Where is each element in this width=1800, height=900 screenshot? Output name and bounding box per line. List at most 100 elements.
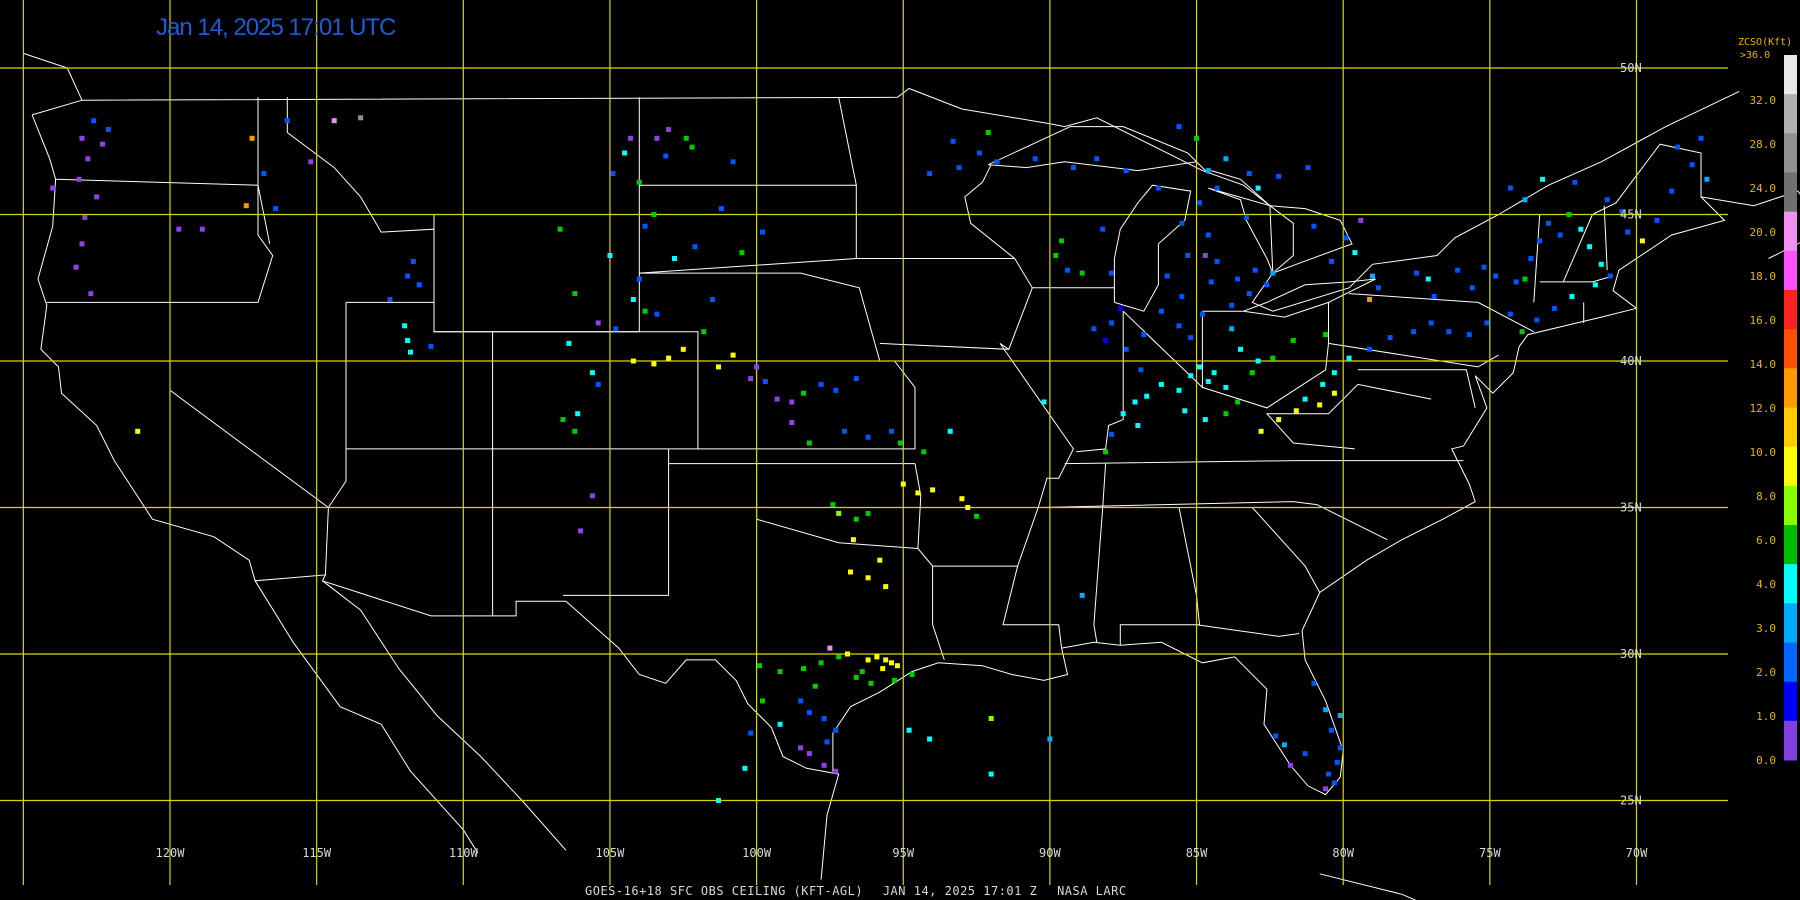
obs-marker	[1117, 305, 1123, 311]
obs-marker	[1367, 346, 1373, 352]
legend-swatch	[1784, 564, 1797, 604]
obs-marker	[1164, 273, 1170, 279]
obs-marker	[654, 135, 660, 141]
obs-marker	[1546, 220, 1551, 226]
legend-swatch	[1784, 485, 1797, 526]
lon-label: 70W	[1626, 846, 1648, 860]
obs-marker	[830, 502, 836, 508]
obs-marker	[1132, 399, 1138, 405]
obs-marker	[1194, 135, 1199, 141]
obs-marker	[1302, 396, 1308, 402]
obs-marker	[1065, 267, 1070, 273]
obs-marker	[1047, 736, 1053, 742]
obs-marker	[1079, 270, 1085, 276]
obs-marker	[806, 440, 812, 446]
obs-marker	[818, 660, 824, 666]
obs-marker	[1481, 264, 1487, 270]
legend-tick-label: 2.0	[1756, 666, 1776, 679]
obs-marker	[630, 358, 636, 364]
lon-label: 90W	[1039, 846, 1061, 860]
obs-marker	[956, 165, 962, 171]
obs-marker	[1329, 727, 1334, 733]
obs-marker	[1094, 156, 1100, 162]
obs-marker	[865, 575, 871, 581]
obs-marker	[701, 329, 707, 335]
obs-marker	[1358, 217, 1364, 223]
obs-marker	[1698, 135, 1704, 141]
obs-marker	[730, 159, 736, 165]
obs-marker	[1466, 332, 1472, 338]
product-footer: GOES-16+18 SFC OBS CEILING (KFT-AGL) JAN…	[585, 884, 1139, 898]
obs-marker	[1551, 305, 1557, 311]
legend-tick-label: 8.0	[1756, 490, 1776, 503]
obs-marker	[1264, 282, 1270, 288]
obs-marker	[575, 411, 581, 417]
obs-marker	[666, 355, 672, 361]
obs-marker	[1455, 267, 1461, 273]
legend-tick-label: 1.0	[1756, 710, 1776, 723]
obs-marker	[1255, 185, 1261, 191]
obs-marker	[1249, 370, 1255, 376]
obs-marker	[760, 698, 765, 704]
obs-marker	[416, 282, 422, 288]
obs-marker	[1329, 258, 1334, 264]
obs-marker	[651, 212, 657, 217]
legend-swatch	[1784, 407, 1797, 448]
footer-source: NASA LARC	[1057, 884, 1127, 898]
obs-marker	[1188, 335, 1194, 341]
obs-marker	[595, 381, 601, 387]
obs-marker	[1428, 320, 1434, 326]
obs-marker	[894, 663, 900, 669]
obs-marker	[560, 417, 566, 423]
obs-marker	[408, 349, 413, 355]
obs-marker	[1079, 592, 1085, 598]
obs-marker	[821, 762, 827, 768]
obs-marker	[748, 376, 754, 382]
obs-marker	[1522, 276, 1528, 282]
obs-marker	[1176, 387, 1182, 393]
obs-marker	[689, 144, 695, 150]
obs-marker	[1032, 156, 1038, 162]
obs-marker	[1320, 381, 1326, 387]
obs-marker	[1290, 338, 1296, 343]
obs-marker	[1205, 379, 1211, 384]
obs-marker	[1625, 229, 1631, 235]
lat-label: 50N	[1620, 61, 1642, 75]
obs-marker	[777, 669, 783, 675]
obs-marker	[73, 264, 79, 270]
obs-marker	[1534, 317, 1540, 323]
obs-marker	[812, 683, 818, 689]
obs-marker	[1188, 373, 1194, 379]
obs-marker	[1109, 270, 1114, 276]
obs-marker	[578, 528, 584, 534]
legend-tick-label: 32.0	[1750, 94, 1777, 107]
obs-marker	[1176, 124, 1182, 130]
obs-marker	[1331, 390, 1337, 396]
obs-marker	[874, 654, 880, 660]
obs-marker	[1411, 329, 1417, 335]
obs-marker	[927, 736, 933, 742]
obs-marker	[801, 666, 806, 672]
lon-label: 95W	[892, 846, 914, 860]
obs-marker	[642, 308, 648, 314]
obs-marker	[1120, 411, 1126, 417]
lat-label: 35N	[1620, 501, 1642, 515]
obs-marker	[1255, 358, 1261, 364]
obs-marker	[610, 171, 616, 176]
obs-marker	[833, 387, 839, 393]
obs-marker	[1317, 402, 1323, 408]
footer-datetime: JAN 14, 2025 17:01 Z	[882, 884, 1038, 898]
obs-marker	[1331, 780, 1337, 786]
obs-marker	[994, 159, 1000, 165]
obs-marker	[1223, 411, 1229, 417]
obs-marker	[94, 194, 100, 200]
obs-marker	[921, 449, 927, 455]
obs-marker	[249, 135, 255, 141]
obs-marker	[821, 716, 827, 721]
obs-marker	[965, 505, 971, 510]
obs-marker	[1305, 165, 1311, 171]
obs-marker	[1343, 235, 1349, 241]
obs-marker	[76, 176, 82, 182]
obs-marker	[566, 340, 572, 346]
obs-marker	[865, 510, 871, 516]
